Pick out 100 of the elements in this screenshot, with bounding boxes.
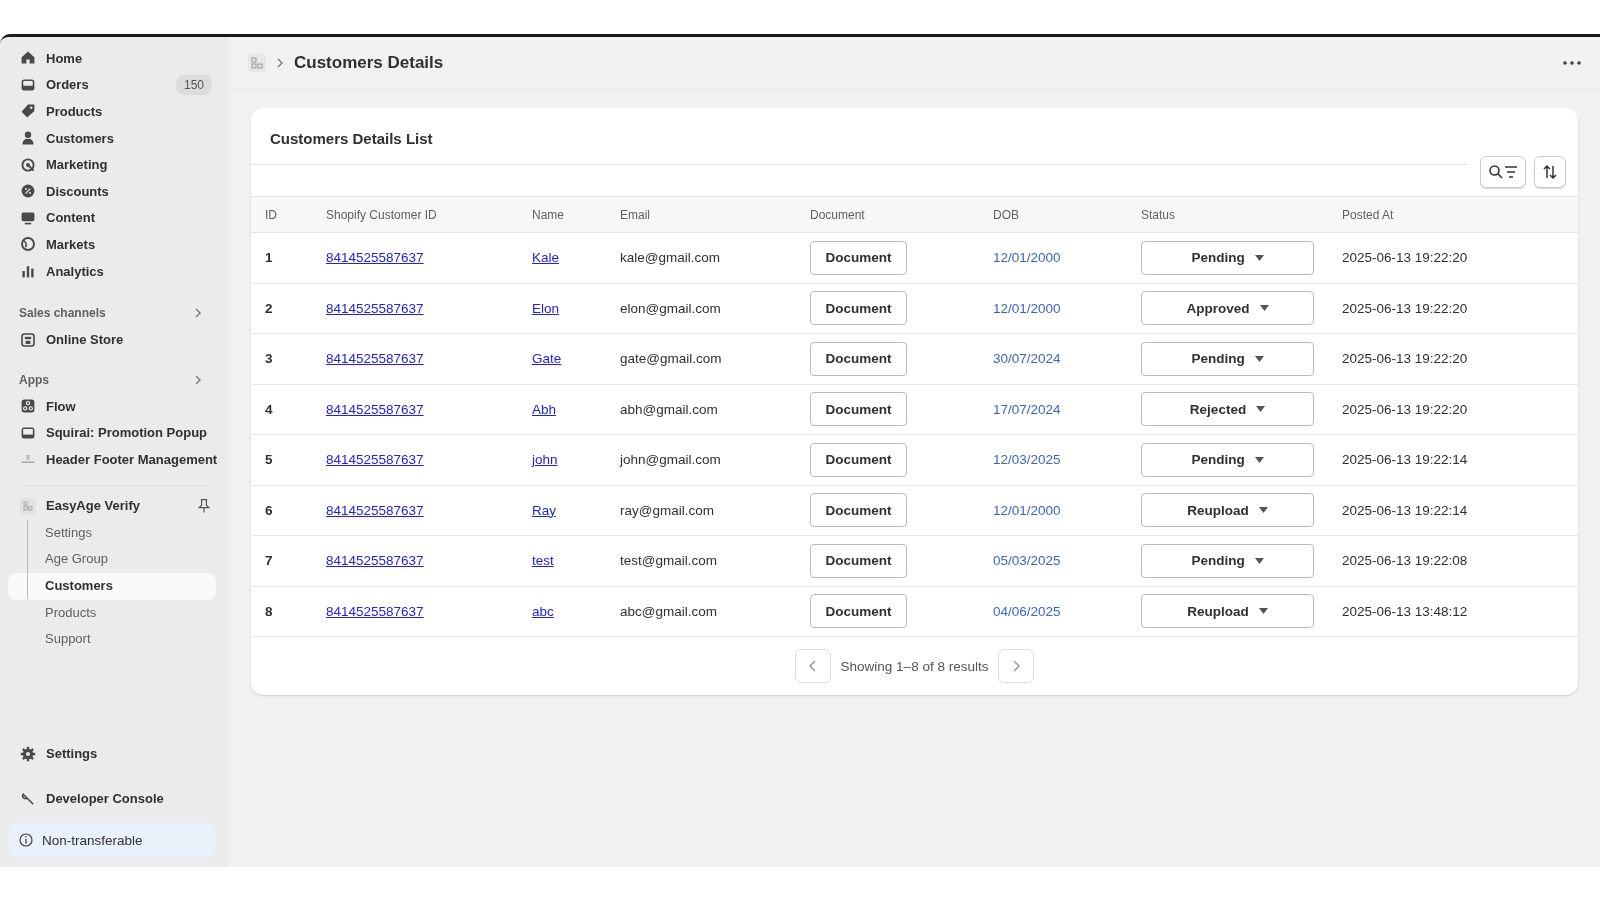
app-name[interactable]: EasyAge Verify <box>46 498 186 514</box>
sub-nav-item[interactable]: Support <box>8 626 216 653</box>
column-header: DOB <box>993 207 1019 222</box>
column-header: ID <box>265 207 277 222</box>
table-cell: ray@gmail.com <box>620 502 714 518</box>
nav-item[interactable]: Marketing <box>8 151 216 178</box>
nav-item[interactable]: Settings <box>8 731 216 776</box>
customer-id-link[interactable]: 8414525587637 <box>326 452 424 468</box>
page-title: Customers Details <box>294 53 445 73</box>
table-cell: 12/01/2000 <box>993 250 1061 266</box>
table-cell: elon@gmail.com <box>620 300 721 316</box>
status-dropdown[interactable]: Rejected <box>1141 392 1314 427</box>
table-cell: 2025-06-13 19:22:20 <box>1342 300 1468 316</box>
name-link[interactable]: test <box>532 553 554 569</box>
table-cell: 8 <box>265 603 273 619</box>
count-badge: 150 <box>175 74 212 95</box>
nav-item[interactable]: Content <box>8 204 216 232</box>
table-cell: 04/06/2025 <box>993 603 1061 619</box>
nav-item[interactable]: Discounts <box>8 177 216 205</box>
document-button[interactable]: Document <box>810 594 907 629</box>
customer-id-link[interactable]: 8414525587637 <box>326 401 424 417</box>
table-cell: 7 <box>265 553 273 569</box>
name-link[interactable]: abc <box>532 603 554 619</box>
name-link[interactable]: Elon <box>532 300 560 316</box>
column-header: Email <box>620 207 650 222</box>
table-cell: 4 <box>265 401 273 417</box>
table-cell: 5 <box>265 452 273 468</box>
document-button[interactable]: Document <box>810 392 907 427</box>
name-link[interactable]: Ray <box>532 502 556 518</box>
table-cell: 2025-06-13 19:22:08 <box>1342 553 1468 569</box>
table-cell: 2025-06-13 19:22:20 <box>1342 250 1468 266</box>
name-link[interactable]: Abh <box>532 401 557 417</box>
sub-nav-item[interactable]: Age Group <box>8 546 216 573</box>
table-cell: 12/01/2000 <box>993 502 1061 518</box>
table-cell: 2025-06-13 19:22:20 <box>1342 401 1468 417</box>
customer-id-link[interactable]: 8414525587637 <box>326 553 424 569</box>
pagination-text: Showing 1–8 of 8 results <box>840 658 989 674</box>
customer-id-link[interactable]: 8414525587637 <box>326 300 424 316</box>
table-cell: 2025-06-13 13:48:12 <box>1342 603 1468 619</box>
column-header: Status <box>1141 207 1176 222</box>
section-heading: Apps <box>19 372 49 387</box>
document-button[interactable]: Document <box>810 240 907 275</box>
nav-item[interactable]: Home <box>8 45 216 72</box>
nav-item[interactable]: Header Footer Management <box>8 446 216 473</box>
table-cell: kale@gmail.com <box>620 250 720 266</box>
table-cell: 2025-06-13 19:22:14 <box>1342 452 1468 468</box>
table-cell: 12/01/2000 <box>993 300 1061 316</box>
customer-id-link[interactable]: 8414525587637 <box>326 603 424 619</box>
table-cell: 3 <box>265 351 273 367</box>
table-cell: gate@gmail.com <box>620 351 722 367</box>
document-button[interactable]: Document <box>810 493 907 528</box>
column-header: Shopify Customer ID <box>326 207 437 222</box>
nav-item[interactable]: Analytics <box>8 257 216 285</box>
nav-item[interactable]: Developer Console <box>8 776 216 821</box>
table-cell: 05/03/2025 <box>993 553 1061 569</box>
sub-nav-item[interactable]: Products <box>8 599 216 627</box>
status-dropdown[interactable]: Reupload <box>1141 594 1314 629</box>
nav-item[interactable]: Online Store <box>8 326 216 353</box>
nav-item[interactable]: Customers <box>8 124 216 152</box>
table-cell: 1 <box>265 250 273 266</box>
status-dropdown[interactable]: Pending <box>1141 543 1314 578</box>
customer-id-link[interactable]: 8414525587637 <box>326 351 424 367</box>
nav-item[interactable]: Squirai: Promotion Popup <box>8 419 216 447</box>
table-cell: test@gmail.com <box>620 553 717 569</box>
nav-item[interactable]: Flow <box>8 392 216 420</box>
customer-id-link[interactable]: 8414525587637 <box>326 250 424 266</box>
table-cell: 12/03/2025 <box>993 452 1061 468</box>
table-cell: 17/07/2024 <box>993 401 1061 417</box>
nav-item[interactable]: Orders 150 <box>8 71 216 99</box>
card-title: Customers Details List <box>251 108 1468 165</box>
sub-nav-item[interactable]: Customers <box>8 572 216 600</box>
document-button[interactable]: Document <box>810 543 907 578</box>
section-heading: Sales channels <box>19 306 106 321</box>
document-button[interactable]: Document <box>810 442 907 477</box>
name-link[interactable]: Gate <box>532 351 562 367</box>
nav-item[interactable]: Markets <box>8 231 216 258</box>
column-header: Posted At <box>1342 207 1394 222</box>
name-link[interactable]: Kale <box>532 250 560 266</box>
status-dropdown[interactable]: Approved <box>1141 291 1314 326</box>
document-button[interactable]: Document <box>810 291 907 326</box>
sub-nav-item[interactable]: Settings <box>8 519 216 547</box>
column-header: Name <box>532 207 564 222</box>
table-cell: abh@gmail.com <box>620 401 718 417</box>
table-cell: 6 <box>265 502 273 518</box>
notice-text: Non-transferable <box>42 832 143 848</box>
status-dropdown[interactable]: Pending <box>1141 341 1314 376</box>
name-link[interactable]: john <box>532 452 558 468</box>
table-cell: 2025-06-13 19:22:20 <box>1342 351 1468 367</box>
table-cell: 30/07/2024 <box>993 351 1061 367</box>
customer-id-link[interactable]: 8414525587637 <box>326 502 424 518</box>
table-cell: 2 <box>265 300 273 316</box>
nav-item[interactable]: Products <box>8 98 216 125</box>
status-dropdown[interactable]: Pending <box>1141 442 1314 477</box>
status-dropdown[interactable]: Reupload <box>1141 493 1314 528</box>
table-cell: john@gmail.com <box>620 452 721 468</box>
document-button[interactable]: Document <box>810 341 907 376</box>
table-cell: abc@gmail.com <box>620 603 717 619</box>
status-dropdown[interactable]: Pending <box>1141 240 1314 275</box>
column-header: Document <box>810 207 865 222</box>
table-cell: 2025-06-13 19:22:14 <box>1342 502 1468 518</box>
